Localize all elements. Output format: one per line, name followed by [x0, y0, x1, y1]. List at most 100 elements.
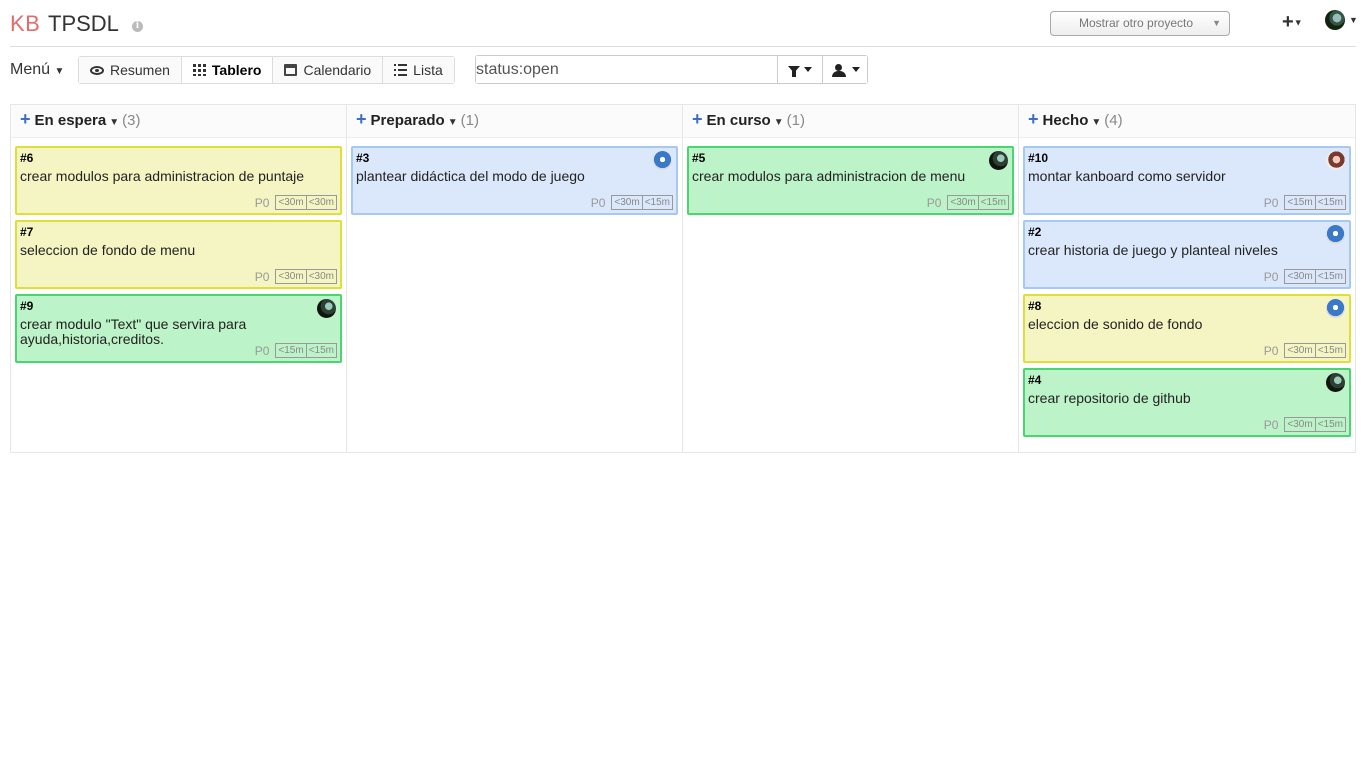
list-icon [394, 64, 408, 76]
info-icon[interactable]: i [132, 21, 143, 32]
task-priority: P0 [254, 269, 270, 284]
task-priority: P0 [926, 195, 942, 210]
task-card[interactable]: #10 montar kanboard como servidor P0 <15m <1… [1023, 146, 1351, 215]
task-title-link[interactable]: montar kanboard como servidor [1028, 169, 1346, 184]
task-card[interactable]: #6 crear modulos para administracion de p… [15, 146, 342, 215]
task-card[interactable]: #3 plantear didáctica del modo de juego P0… [351, 146, 678, 215]
time-spent: <30m [308, 271, 334, 282]
chevron-down-icon: ▼ [1212, 18, 1221, 28]
assignee-avatar[interactable] [653, 151, 672, 170]
task-id-link[interactable]: #10 [1028, 151, 1346, 166]
column-title[interactable]: Preparado [371, 112, 445, 129]
project-switcher-label: Mostrar otro proyecto [1079, 16, 1194, 30]
filter-button[interactable] [777, 56, 822, 83]
caret-down-icon: ▼ [1293, 17, 1303, 28]
assignee-avatar[interactable] [1326, 373, 1345, 392]
add-task-icon[interactable]: + [356, 109, 367, 129]
view-resumen[interactable]: Resumen [79, 57, 182, 83]
task-id-link[interactable]: #9 [20, 299, 337, 314]
column-title[interactable]: En curso [707, 112, 771, 129]
view-lista[interactable]: Lista [383, 57, 454, 83]
calendar-icon [284, 64, 298, 76]
task-card[interactable]: #8 eleccion de sonido de fondo P0 <30m <15m [1023, 294, 1351, 363]
user-menu-caret-icon[interactable]: ▼ [1349, 15, 1358, 25]
view-label: Resumen [110, 62, 170, 78]
task-title-link[interactable]: crear historia de juego y planteal nivel… [1028, 243, 1346, 258]
kanban-board: + En espera ▼ (3) #6 crear modulos para admin… [10, 104, 1356, 453]
assignee-avatar[interactable] [1326, 299, 1345, 318]
view-switcher: Resumen Tablero Calendario Lista [78, 56, 455, 84]
column-header: + Hecho ▼ (4) [1019, 105, 1355, 138]
task-id-link[interactable]: #8 [1028, 299, 1346, 314]
task-time-tracking: <30m <15m [1284, 343, 1346, 358]
task-time-tracking: <30m <30m [275, 269, 337, 284]
add-task-icon[interactable]: + [692, 109, 703, 129]
task-title-link[interactable]: crear repositorio de github [1028, 391, 1346, 406]
assignee-avatar[interactable] [1326, 225, 1345, 244]
app-header: KB TPSDL i Mostrar otro proyecto ▼ +▼ ▼ [10, 0, 1358, 47]
column-header: + Preparado ▼ (1) [347, 105, 682, 138]
project-title: TPSDL [48, 11, 119, 36]
task-priority: P0 [1263, 417, 1279, 432]
column-task-count: (4) [1104, 112, 1123, 129]
create-menu-button[interactable]: +▼ [1282, 12, 1303, 33]
task-id-link[interactable]: #2 [1028, 225, 1346, 240]
task-title-link[interactable]: crear modulos para administracion de pun… [20, 169, 337, 184]
task-title-link[interactable]: seleccion de fondo de menu [20, 243, 337, 258]
task-priority: P0 [254, 343, 270, 358]
column-task-count: (1) [460, 112, 479, 129]
assignee-avatar[interactable] [1326, 151, 1345, 170]
column-task-count: (1) [786, 112, 805, 129]
task-id-link[interactable]: #7 [20, 225, 337, 240]
menu-label: Menú [10, 61, 51, 78]
assignee-avatar[interactable] [317, 299, 336, 318]
time-estimated: <15m [1285, 196, 1316, 209]
add-task-icon[interactable]: + [1028, 109, 1039, 129]
column-title[interactable]: Hecho [1043, 112, 1089, 129]
task-id-link[interactable]: #4 [1028, 373, 1346, 388]
column-title[interactable]: En espera [35, 112, 107, 129]
add-task-icon[interactable]: + [20, 109, 31, 129]
task-card[interactable]: #5 crear modulos para administracion de m… [687, 146, 1014, 215]
caret-down-icon[interactable]: ▼ [774, 117, 784, 128]
project-switcher[interactable]: Mostrar otro proyecto ▼ [1050, 11, 1230, 36]
task-card[interactable]: #2 crear historia de juego y planteal niv… [1023, 220, 1351, 289]
task-time-tracking: <30m <15m [1284, 269, 1346, 284]
view-calendario[interactable]: Calendario [273, 57, 384, 83]
filter-icon [788, 66, 800, 77]
column-body: #3 plantear didáctica del modo de juego P0… [347, 138, 682, 215]
view-tablero[interactable]: Tablero [181, 57, 274, 83]
grid-icon [192, 64, 206, 76]
assignee-avatar[interactable] [989, 151, 1008, 170]
search-input[interactable] [476, 56, 777, 83]
board-column: + Hecho ▼ (4) #10 montar kanboard como servid… [1019, 105, 1355, 452]
task-priority: P0 [254, 195, 270, 210]
time-estimated: <30m [276, 270, 307, 283]
users-filter-button[interactable] [822, 56, 867, 83]
menu-dropdown[interactable]: Menú ▼ [10, 61, 64, 79]
caret-down-icon[interactable]: ▼ [448, 117, 458, 128]
task-title-link[interactable]: crear modulos para administracion de men… [692, 169, 1009, 184]
task-card[interactable]: #4 crear repositorio de github P0 <30m <15m [1023, 368, 1351, 437]
time-spent: <15m [644, 197, 670, 208]
view-label: Tablero [211, 62, 262, 78]
task-id-link[interactable]: #6 [20, 151, 337, 166]
task-id-link[interactable]: #5 [692, 151, 1009, 166]
task-id-link[interactable]: #3 [356, 151, 673, 166]
time-spent: <15m [308, 345, 334, 356]
task-priority: P0 [1263, 269, 1279, 284]
task-title-link[interactable]: plantear didáctica del modo de juego [356, 169, 673, 184]
column-body: #10 montar kanboard como servidor P0 <15m <1… [1019, 138, 1355, 437]
kanboard-logo[interactable]: KB [10, 11, 40, 37]
plus-icon: + [1282, 11, 1294, 33]
task-priority: P0 [590, 195, 606, 210]
column-header: + En curso ▼ (1) [683, 105, 1018, 138]
caret-down-icon[interactable]: ▼ [1091, 117, 1101, 128]
user-avatar[interactable] [1325, 10, 1345, 30]
caret-down-icon[interactable]: ▼ [109, 117, 119, 128]
task-card[interactable]: #7 seleccion de fondo de menu P0 <30m <30m [15, 220, 342, 289]
caret-down-icon [804, 67, 812, 72]
task-time-tracking: <30m <15m [611, 195, 673, 210]
task-title-link[interactable]: eleccion de sonido de fondo [1028, 317, 1346, 332]
task-card[interactable]: #9 crear modulo "Text" que servira para a… [15, 294, 342, 363]
